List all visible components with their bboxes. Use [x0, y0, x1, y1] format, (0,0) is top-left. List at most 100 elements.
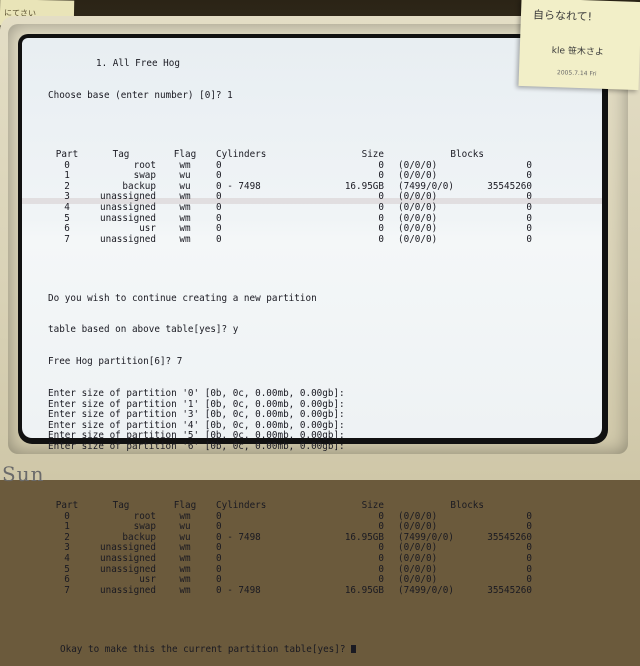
partition-table-2-body: 0 root wm 0 0 (0/0/0) 0 1 swap wu 0 0 (0/0/0) 0 2 backu…	[48, 510, 532, 597]
sun-logo: Sun	[2, 462, 45, 486]
table-row: 1 swap wu 0 0 (0/0/0) 0	[48, 522, 532, 533]
table-row: 6 usr wm 0 0 (0/0/0) 0	[48, 574, 532, 586]
blocks-cell: (0/0/0)	[398, 510, 438, 522]
header-flag: Flag	[173, 499, 197, 511]
size-cell: 0	[378, 521, 384, 533]
block-count-cell: 0	[526, 159, 532, 171]
cylinders-cell: 0	[216, 212, 222, 224]
cylinders-cell: 0	[216, 191, 222, 203]
cylinders-cell: 0	[216, 563, 222, 575]
flag-cell: wm	[179, 563, 191, 575]
flag-cell: wm	[179, 233, 191, 245]
sticky-note-right-line1: 自らなれて!	[532, 8, 593, 24]
size-cell: 0	[378, 159, 384, 171]
part-cell: 3	[64, 542, 70, 554]
final-prompt-line[interactable]: Okay to make this the current partition …	[48, 644, 568, 656]
tag-cell: root	[133, 510, 156, 522]
table-row: 0 root wm 0 0 (0/0/0) 0	[48, 510, 532, 523]
part-cell: 4	[64, 552, 70, 564]
block-count-cell: 0	[526, 542, 532, 554]
size-cell: 0	[378, 574, 384, 586]
part-cell: 6	[64, 574, 70, 586]
header-size: Size	[361, 148, 384, 160]
table-row: 5 unassigned wm 0 0 (0/0/0) 0	[48, 563, 532, 576]
table-header: Part Tag Flag Cylinders Size Blocks	[48, 148, 532, 161]
cylinders-cell: 0	[216, 223, 222, 235]
block-count-cell: 0	[526, 223, 532, 235]
size-cell: 0	[378, 212, 384, 224]
size-cell: 0	[378, 233, 384, 245]
size-cell: 0	[378, 542, 384, 554]
size-cell: 0	[378, 191, 384, 203]
tag-cell: unassigned	[100, 563, 156, 575]
block-count-cell: 0	[526, 191, 532, 203]
block-count-cell: 0	[526, 552, 532, 564]
block-count-cell: 0	[526, 233, 532, 245]
size-cell: 0	[378, 223, 384, 235]
block-count-cell: 0	[526, 510, 532, 522]
tag-cell: backup	[122, 531, 156, 543]
flag-cell: wm	[179, 552, 191, 564]
tag-cell: usr	[139, 574, 156, 586]
menu-line: 1. All Free Hog	[96, 58, 180, 70]
table-row: 4 unassigned wm 0 0 (0/0/0) 0	[48, 552, 532, 565]
part-cell: 7	[64, 584, 70, 596]
text-cursor[interactable]	[351, 644, 357, 653]
size-cell: 16.95GB	[344, 180, 384, 192]
table-row: 4 unassigned wm 0 0 (0/0/0) 0	[48, 201, 532, 214]
table-row: 3 unassigned wm 0 0 (0/0/0) 0	[48, 543, 532, 554]
cylinders-cell: 0	[216, 521, 222, 533]
blocks-cell: (0/0/0)	[398, 563, 438, 575]
table-row: 7 unassigned wm 0 0 (0/0/0) 0	[48, 233, 532, 246]
part-cell: 4	[64, 201, 70, 213]
flag-cell: wu	[179, 531, 191, 543]
cylinders-cell: 0 - 7498	[216, 531, 261, 543]
blocks-cell: (7499/0/0)	[398, 584, 454, 596]
blocks-cell: (7499/0/0)	[398, 531, 454, 543]
flag-cell: wu	[179, 521, 191, 533]
size-cell: 0	[378, 552, 384, 564]
part-cell: 1	[64, 521, 70, 533]
partition-table-1: Part Tag Flag Cylinders Size Blocks 0 roo…	[48, 148, 532, 246]
header-tag: Tag	[112, 148, 130, 160]
flag-cell: wm	[179, 574, 191, 586]
block-count-cell: 35545260	[487, 584, 532, 596]
block-count-cell: 35545260	[487, 180, 532, 192]
header-tag: Tag	[112, 499, 130, 511]
cylinders-cell: 0	[216, 510, 222, 522]
cylinders-cell: 0	[216, 159, 222, 171]
terminal-output: 1. All Free Hog Choose base (enter numbe…	[48, 38, 568, 666]
tag-cell: unassigned	[100, 201, 156, 213]
blocks-cell: (0/0/0)	[398, 233, 438, 245]
block-count-cell: 0	[526, 212, 532, 224]
flag-cell: wm	[179, 510, 191, 522]
cylinders-cell: 0	[216, 542, 222, 554]
header-cylinders: Cylinders	[216, 499, 267, 511]
tag-cell: unassigned	[100, 542, 156, 554]
size-cell: 16.95GB	[344, 584, 384, 596]
cylinders-cell: 0	[216, 201, 222, 213]
table-row: 2 backup wu 0 - 7498 16.95GB (7499/0/0) 355452…	[48, 531, 532, 544]
tag-cell: unassigned	[100, 584, 156, 596]
size-prompts: Enter size of partition '0' [0b, 0c, 0.0…	[48, 388, 568, 453]
flag-cell: wm	[179, 542, 191, 554]
cylinders-cell: 0	[216, 552, 222, 564]
blocks-cell: (0/0/0)	[398, 201, 438, 213]
size-cell: 0	[378, 201, 384, 213]
block-count-cell: 0	[526, 521, 532, 533]
block-count-cell: 0	[526, 574, 532, 586]
tag-cell: unassigned	[100, 233, 156, 245]
blocks-cell: (0/0/0)	[398, 574, 438, 586]
part-cell: 7	[64, 233, 70, 245]
table-row: 5 unassigned wm 0 0 (0/0/0) 0	[48, 212, 532, 225]
size-cell: 0	[378, 563, 384, 575]
tag-cell: swap	[133, 521, 156, 533]
block-count-cell: 35545260	[487, 531, 532, 543]
flag-cell: wm	[179, 201, 191, 213]
part-cell: 0	[64, 510, 70, 522]
cylinders-cell: 0	[216, 574, 222, 586]
flag-cell: wm	[179, 584, 191, 596]
header-blocks: Blocks	[450, 148, 484, 160]
size-cell: 16.95GB	[344, 531, 384, 543]
free-hog-prompt: Free Hog partition[6]? 7	[48, 356, 183, 368]
